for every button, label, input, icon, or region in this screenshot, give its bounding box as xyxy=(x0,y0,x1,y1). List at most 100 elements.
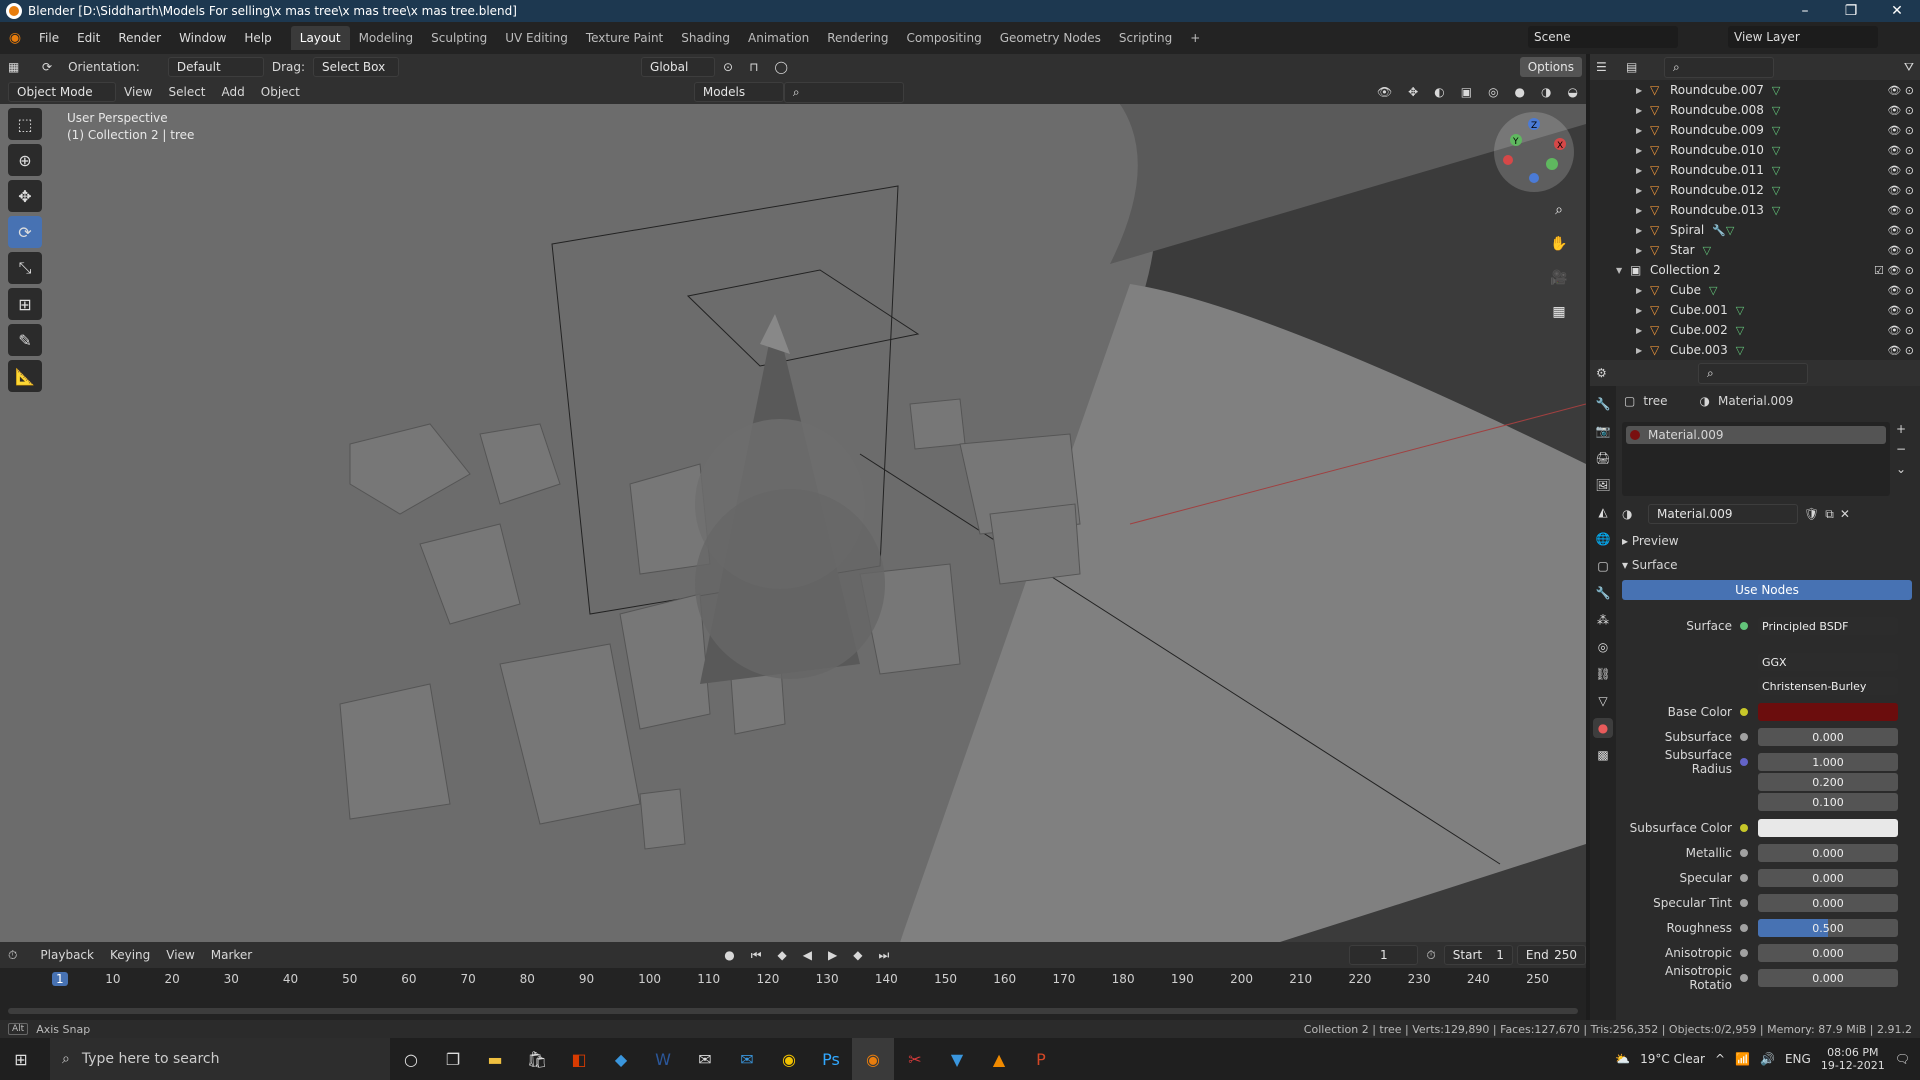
add-slot-icon[interactable]: + xyxy=(1896,422,1906,436)
play-icon[interactable]: ▶ xyxy=(820,948,845,962)
roughness-slider[interactable]: 0.500 xyxy=(1758,919,1898,937)
office-icon[interactable]: ◧ xyxy=(558,1038,600,1080)
use-nodes-button[interactable]: Use Nodes xyxy=(1622,580,1912,600)
move-tool-icon[interactable]: ✥ xyxy=(8,180,42,212)
material-tab-icon[interactable]: ● xyxy=(1593,718,1613,738)
output-tab-icon[interactable]: 🖨 xyxy=(1593,448,1613,468)
metallic-field[interactable]: 0.000 xyxy=(1758,844,1898,862)
record-icon[interactable]: ● xyxy=(716,948,742,962)
zoom-icon[interactable]: ⌕ xyxy=(1545,196,1573,224)
app-icon-3[interactable]: ▼ xyxy=(936,1038,978,1080)
menu-file[interactable]: File xyxy=(30,31,68,45)
notifications-icon[interactable]: 🗨 xyxy=(1895,1052,1910,1066)
object-menu[interactable]: Object xyxy=(253,85,308,99)
remove-slot-icon[interactable]: − xyxy=(1896,442,1906,456)
preview-panel-header[interactable]: ▸ Preview xyxy=(1622,534,1679,548)
measure-tool-icon[interactable]: 📐 xyxy=(8,360,42,392)
tool-tab-icon[interactable]: 🔧 xyxy=(1593,394,1613,414)
menu-help[interactable]: Help xyxy=(235,31,280,45)
tray-chevron-icon[interactable]: ^ xyxy=(1715,1052,1725,1066)
transform-orientation-dropdown[interactable]: Global xyxy=(641,57,716,77)
outliner-row[interactable]: ▶ ▽ Roundcube.008 ▽ 👁 ⊙ xyxy=(1636,100,1920,120)
object-tab-icon[interactable]: ▢ xyxy=(1593,556,1613,576)
expand-icon[interactable]: ▶ xyxy=(1636,326,1646,335)
windows-start-icon[interactable]: ⊞ xyxy=(0,1038,42,1080)
expand-icon[interactable]: ▶ xyxy=(1636,166,1646,175)
display-mode-icon[interactable]: ▤ xyxy=(1626,60,1656,74)
tab-uv-editing[interactable]: UV Editing xyxy=(496,26,577,50)
3d-viewport[interactable] xyxy=(0,104,1586,942)
outliner-row[interactable]: ▶ ▽ Roundcube.012 ▽ 👁 ⊙ xyxy=(1636,180,1920,200)
snap-icon[interactable]: ⊓ xyxy=(741,60,766,74)
timeline-view-menu[interactable]: View xyxy=(158,948,202,962)
unlink-icon[interactable]: ✕ xyxy=(1840,507,1850,521)
vlc-icon[interactable]: ▲ xyxy=(978,1038,1020,1080)
outliner-row[interactable]: ▶ ▽ Cube.002 ▽ 👁 ⊙ xyxy=(1636,320,1920,340)
filter-icon[interactable]: ⛛ xyxy=(1904,60,1914,75)
surface-shader-field[interactable]: Principled BSDF xyxy=(1758,617,1898,635)
notes-icon[interactable]: ✉ xyxy=(684,1038,726,1080)
app-icon[interactable]: ◆ xyxy=(600,1038,642,1080)
outliner-editor-icon[interactable]: ☰ xyxy=(1596,60,1626,74)
menu-window[interactable]: Window xyxy=(170,31,235,45)
add-menu[interactable]: Add xyxy=(214,85,253,99)
tab-layout[interactable]: Layout xyxy=(290,26,350,50)
viewport-search-input[interactable]: ⌕ xyxy=(783,81,904,103)
outliner-row[interactable]: ▶ ▽ Cube ▽ 👁 ⊙ xyxy=(1636,280,1920,300)
outliner-row[interactable]: ▶ ▽ Roundcube.009 ▽ 👁 ⊙ xyxy=(1636,120,1920,140)
tab-modeling[interactable]: Modeling xyxy=(350,26,423,50)
rotate-tool-icon[interactable]: ⟳ xyxy=(8,216,42,248)
base-color-swatch[interactable] xyxy=(1758,703,1898,721)
anisotropic-rotation-field[interactable]: 0.000 xyxy=(1758,969,1898,987)
outliner-row[interactable]: ▶ ▽ Spiral 🔧▽ 👁 ⊙ xyxy=(1636,220,1920,240)
outliner-collection-row[interactable]: ▼ ▣ Collection 2 ☑ 👁 ⊙ xyxy=(1616,260,1920,280)
mode-dropdown[interactable]: Object Mode xyxy=(8,82,116,102)
view-layer-tab-icon[interactable]: 🖼 xyxy=(1593,475,1613,495)
expand-icon[interactable]: ▶ xyxy=(1636,246,1646,255)
subsurface-radius-y-field[interactable]: 0.200 xyxy=(1758,773,1898,791)
marker-menu[interactable]: Marker xyxy=(203,948,260,962)
tab-geometry-nodes[interactable]: Geometry Nodes xyxy=(991,26,1110,50)
photoshop-icon[interactable]: Ps xyxy=(810,1038,852,1080)
timeline-scrollbar[interactable] xyxy=(8,1008,1578,1014)
chrome-icon[interactable]: ◉ xyxy=(768,1038,810,1080)
outliner-row[interactable]: ▶ ▽ Star ▽ 👁 ⊙ xyxy=(1636,240,1920,260)
restore-icon[interactable]: ❐ xyxy=(1828,3,1874,19)
data-tab-icon[interactable]: ▽ xyxy=(1593,691,1613,711)
app-icon-2[interactable]: ✂ xyxy=(894,1038,936,1080)
expand-icon[interactable]: ▶ xyxy=(1636,206,1646,215)
expand-icon[interactable]: ▶ xyxy=(1636,126,1646,135)
network-icon[interactable]: 📶 xyxy=(1735,1052,1750,1066)
properties-search-input[interactable]: ⌕ xyxy=(1698,362,1808,384)
row-visibility-icons[interactable]: 👁 ⊙ xyxy=(1887,304,1914,317)
row-visibility-icons[interactable]: 👁 ⊙ xyxy=(1887,244,1914,257)
weather-icon[interactable]: ⛅ xyxy=(1615,1052,1630,1066)
slot-menu-icon[interactable]: ⌄ xyxy=(1896,462,1906,476)
overlay-toggle-icon[interactable]: ◐ xyxy=(1426,85,1452,99)
file-explorer-icon[interactable]: ▬ xyxy=(474,1038,516,1080)
row-visibility-icons[interactable]: 👁 ⊙ xyxy=(1887,324,1914,337)
constraints-tab-icon[interactable]: ⛓ xyxy=(1593,664,1613,684)
row-visibility-icons[interactable]: 👁 ⊙ xyxy=(1887,144,1914,157)
tab-texture-paint[interactable]: Texture Paint xyxy=(577,26,672,50)
surface-panel-header[interactable]: ▾ Surface xyxy=(1622,558,1678,572)
shading-solid-icon[interactable]: ● xyxy=(1507,85,1533,99)
expand-icon[interactable]: ▶ xyxy=(1636,306,1646,315)
outliner-row[interactable]: ▶ ▽ Roundcube.010 ▽ 👁 ⊙ xyxy=(1636,140,1920,160)
view-menu[interactable]: View xyxy=(116,85,160,99)
anisotropic-field[interactable]: 0.000 xyxy=(1758,944,1898,962)
orientation-dropdown[interactable]: Default xyxy=(167,57,264,77)
taskbar-search-box[interactable]: ⌕ Type here to search xyxy=(50,1038,390,1080)
physics-tab-icon[interactable]: ◎ xyxy=(1593,637,1613,657)
expand-icon[interactable]: ▶ xyxy=(1636,186,1646,195)
select-box-tool-icon[interactable]: ⬚ xyxy=(8,108,42,140)
outliner-search-input[interactable]: ⌕ xyxy=(1664,56,1774,78)
collapse-icon[interactable]: ▼ xyxy=(1616,266,1626,275)
specular-tint-field[interactable]: 0.000 xyxy=(1758,894,1898,912)
editor-type-icon[interactable]: ▦ xyxy=(0,60,34,74)
outliner-row[interactable]: ▶ ▽ Roundcube.011 ▽ 👁 ⊙ xyxy=(1636,160,1920,180)
subsurface-color-swatch[interactable] xyxy=(1758,819,1898,837)
world-tab-icon[interactable]: 🌐 xyxy=(1593,529,1613,549)
current-frame-field[interactable]: 1 xyxy=(1349,945,1419,965)
pivot-icon[interactable]: ⊙ xyxy=(715,60,741,74)
